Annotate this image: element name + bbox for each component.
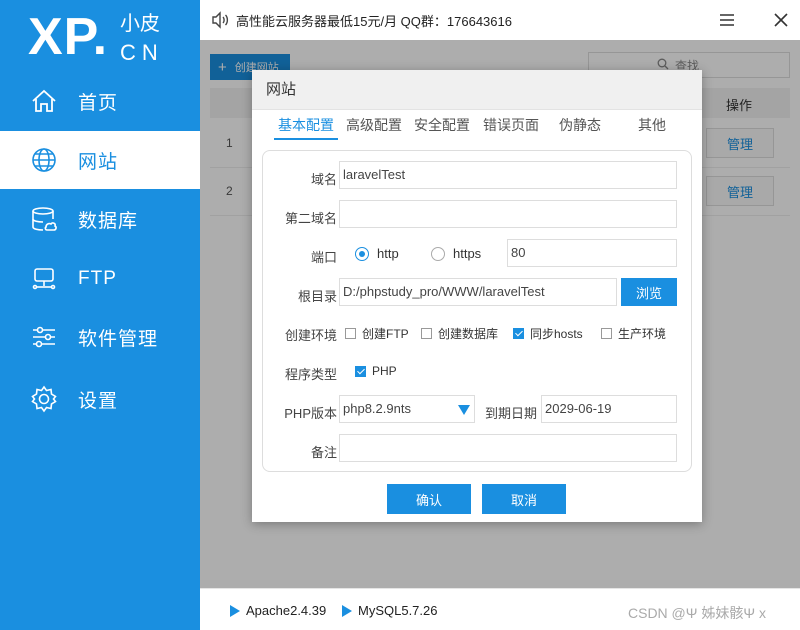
- checkbox-label: 生产环境: [618, 327, 667, 341]
- radio-label: http: [377, 246, 399, 261]
- cancel-button[interactable]: 取消: [482, 484, 566, 514]
- note-input[interactable]: [339, 434, 677, 462]
- php-version-value: php8.2.9nts: [343, 401, 411, 416]
- sidebar-item-software[interactable]: 软件管理: [0, 308, 200, 366]
- checkbox-box: [355, 365, 366, 377]
- database-icon: [30, 205, 58, 233]
- service-name: MySQL5.7.26: [358, 603, 438, 618]
- tab-advanced[interactable]: 高级配置: [344, 114, 404, 140]
- sidebar-item-label: 数据库: [78, 210, 139, 232]
- tab-other[interactable]: 其他: [624, 114, 680, 140]
- sidebar-item-label: 首页: [78, 92, 119, 114]
- checkbox-label: 创建数据库: [438, 327, 499, 341]
- website-dialog: 网站 基本配置 高级配置 安全配置 错误页面 伪静态 其他 域名 laravel…: [252, 70, 702, 522]
- home-icon: [30, 87, 58, 115]
- php-checkbox[interactable]: PHP: [355, 364, 397, 378]
- play-icon: [342, 604, 352, 617]
- status-bar: Apache2.4.39 MySQL5.7.26 CSDN @Ψ 姊妹骸Ψ x: [200, 588, 800, 630]
- domain-input[interactable]: laravelTest: [339, 161, 677, 189]
- checkbox-box: [421, 328, 432, 339]
- service-mysql[interactable]: MySQL5.7.26: [342, 603, 438, 618]
- expire-date-label: 到期日期: [484, 406, 537, 421]
- php-version-label: PHP版本: [284, 406, 337, 421]
- chevron-down-icon: [458, 405, 470, 415]
- sidebar-item-ftp[interactable]: FTP: [0, 250, 200, 308]
- sidebar-item-label: 软件管理: [78, 328, 159, 350]
- form-panel: 域名 laravelTest 第二域名 端口 http https 80 根目录…: [262, 150, 692, 472]
- menu-icon[interactable]: [718, 11, 736, 29]
- production-env-checkbox[interactable]: 生产环境: [601, 325, 666, 342]
- create-ftp-checkbox[interactable]: 创建FTP: [345, 325, 409, 342]
- expire-date-input[interactable]: 2029-06-19: [541, 395, 677, 423]
- globe-icon: [30, 146, 58, 174]
- sliders-icon: [30, 323, 58, 351]
- sidebar-item-label: 设置: [78, 390, 119, 412]
- checkbox-box: [345, 328, 356, 339]
- logo-sub-bottom: CN: [120, 40, 164, 65]
- https-radio[interactable]: https: [431, 246, 481, 261]
- gear-icon: [30, 385, 58, 413]
- logo-main: XP.: [28, 8, 109, 66]
- sidebar-item-label: FTP: [78, 268, 117, 289]
- sidebar-item-website[interactable]: 网站: [0, 131, 200, 189]
- sidebar-item-label: 网站: [78, 151, 119, 173]
- checkbox-label: PHP: [372, 364, 397, 378]
- tab-basic[interactable]: 基本配置: [274, 114, 338, 140]
- radio-label: https: [453, 246, 482, 261]
- play-icon: [230, 604, 240, 617]
- checkbox-box: [601, 328, 612, 339]
- ftp-icon: [30, 265, 58, 293]
- tab-security[interactable]: 安全配置: [412, 114, 472, 140]
- domain-label: 域名: [310, 172, 337, 187]
- radio-dot: [431, 246, 445, 261]
- second-domain-label: 第二域名: [284, 211, 337, 226]
- create-env-label: 创建环境: [284, 328, 337, 343]
- port-label: 端口: [310, 250, 337, 265]
- http-radio[interactable]: http: [355, 246, 399, 261]
- checkbox-box: [513, 328, 524, 339]
- sidebar-item-database[interactable]: 数据库: [0, 190, 200, 248]
- checkbox-label: 同步hosts: [530, 327, 583, 341]
- watermark: CSDN @Ψ 姊妹骸Ψ x: [628, 605, 766, 621]
- tab-rewrite[interactable]: 伪静态: [552, 114, 608, 140]
- service-apache[interactable]: Apache2.4.39: [230, 603, 326, 618]
- browse-button[interactable]: 浏览: [621, 278, 677, 306]
- logo-sub-top: 小皮: [120, 13, 160, 35]
- confirm-button[interactable]: 确认: [387, 484, 471, 514]
- sidebar-item-home[interactable]: 首页: [0, 72, 200, 130]
- program-type-label: 程序类型: [284, 367, 337, 382]
- create-db-checkbox[interactable]: 创建数据库: [421, 325, 498, 342]
- second-domain-input[interactable]: [339, 200, 677, 228]
- sidebar-item-settings[interactable]: 设置: [0, 370, 200, 428]
- announcement-text[interactable]: 高性能云服务器最低15元/月 QQ群：176643616: [236, 11, 512, 30]
- close-icon[interactable]: [772, 11, 790, 29]
- php-version-select[interactable]: php8.2.9nts: [339, 395, 475, 423]
- note-label: 备注: [310, 445, 337, 460]
- root-dir-label: 根目录: [297, 289, 337, 304]
- top-bar: 高性能云服务器最低15元/月 QQ群：176643616: [200, 0, 800, 40]
- port-input[interactable]: 80: [507, 239, 677, 267]
- radio-dot: [355, 246, 369, 261]
- checkbox-label: 创建FTP: [362, 327, 409, 341]
- dialog-tabs: 基本配置 高级配置 安全配置 错误页面 伪静态 其他: [274, 114, 684, 140]
- service-name: Apache2.4.39: [246, 603, 327, 618]
- speaker-icon: [210, 10, 230, 30]
- sync-hosts-checkbox[interactable]: 同步hosts: [513, 325, 583, 342]
- dialog-title: 网站: [252, 70, 702, 110]
- sidebar: XP. 小皮 CN 首页 网站 数据库 FTP 软件管理 设置: [0, 0, 200, 630]
- root-dir-input[interactable]: D:/phpstudy_pro/WWW/laravelTest: [339, 278, 617, 306]
- tab-error-pages[interactable]: 错误页面: [480, 114, 542, 140]
